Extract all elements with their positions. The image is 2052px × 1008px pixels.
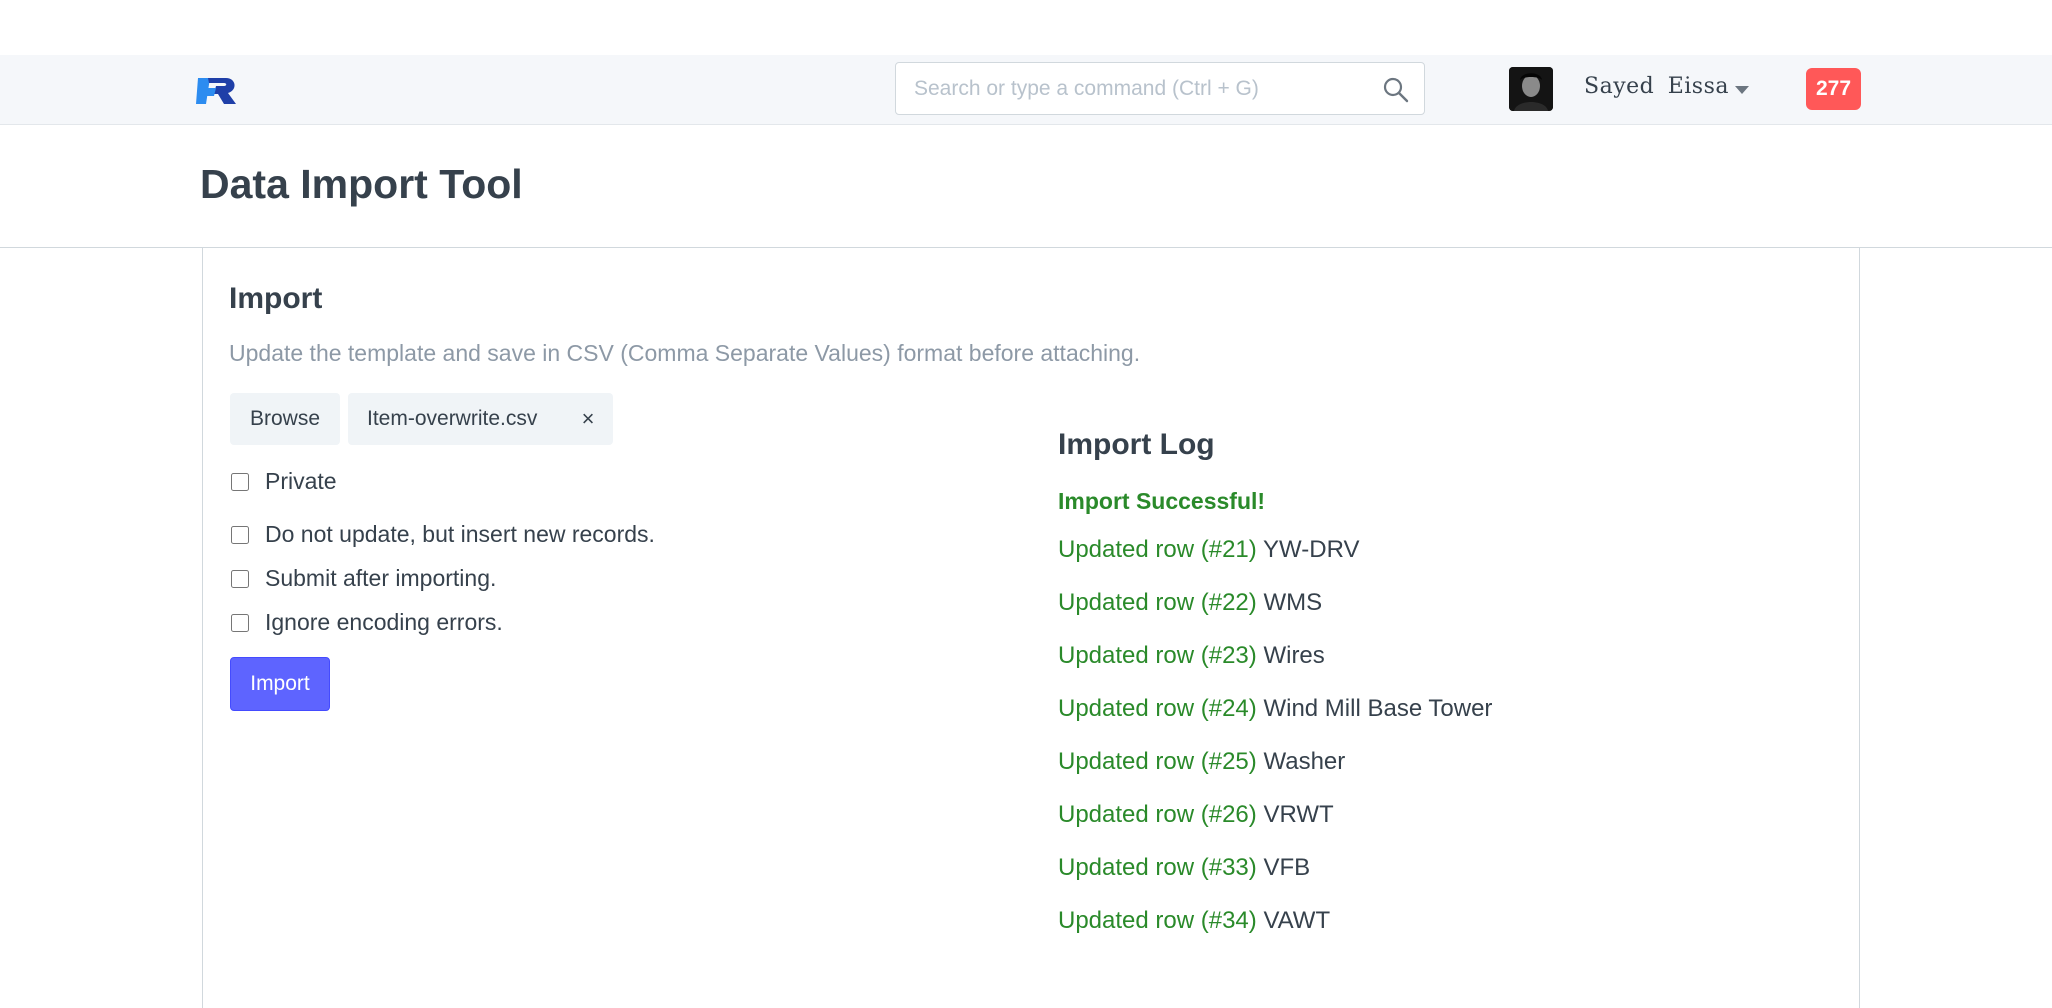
log-entry: Updated row (#33) VFB <box>1058 853 1492 906</box>
log-entry-status: Updated row (#34) <box>1058 907 1257 934</box>
import-panel: Import Update the template and save in C… <box>202 248 1860 1008</box>
log-entry: Updated row (#21) YW-DRV <box>1058 535 1492 588</box>
attached-file: Item-overwrite.csv × <box>348 393 613 445</box>
page-header: Data Import Tool <box>0 125 2052 248</box>
log-entry: Updated row (#24) Wind Mill Base Tower <box>1058 694 1492 747</box>
insert-new-label: Do not update, but insert new records. <box>265 521 655 547</box>
private-label: Private <box>265 468 337 494</box>
log-entry-name: YW-DRV <box>1263 536 1360 563</box>
log-entry: Updated row (#23) Wires <box>1058 641 1492 694</box>
log-entry: Updated row (#22) WMS <box>1058 588 1492 641</box>
ignore-encoding-checkbox[interactable] <box>231 613 249 632</box>
awesome-bar <box>895 62 1425 115</box>
browse-button[interactable]: Browse <box>230 393 340 445</box>
close-icon[interactable]: × <box>575 404 601 434</box>
notifications-badge[interactable]: 277 <box>1806 68 1861 110</box>
submit-after-import-option[interactable]: Submit after importing. <box>231 565 496 592</box>
import-success-message: Import Successful! <box>1058 488 1266 514</box>
import-help-text: Update the template and save in CSV (Com… <box>229 340 1141 366</box>
log-entry-name: Wind Mill Base Tower <box>1263 695 1493 722</box>
page-title: Data Import Tool <box>200 161 523 207</box>
log-entry-status: Updated row (#22) <box>1058 589 1257 616</box>
log-entry-status: Updated row (#33) <box>1058 854 1257 881</box>
search-icon[interactable] <box>1382 76 1410 104</box>
log-entry-name: VFB <box>1263 854 1311 881</box>
log-entry-name: VRWT <box>1263 801 1334 828</box>
import-section-title: Import <box>229 282 323 315</box>
attached-file-name: Item-overwrite.csv <box>367 407 538 430</box>
submit-after-import-label: Submit after importing. <box>265 565 497 591</box>
log-entry-status: Updated row (#23) <box>1058 642 1257 669</box>
insert-new-option[interactable]: Do not update, but insert new records. <box>231 521 655 548</box>
submit-after-import-checkbox[interactable] <box>231 569 249 588</box>
log-entry-status: Updated row (#26) <box>1058 801 1257 828</box>
log-entry: Updated row (#25) Washer <box>1058 747 1492 800</box>
avatar[interactable] <box>1509 67 1553 111</box>
log-entry: Updated row (#26) VRWT <box>1058 800 1492 853</box>
app-logo-icon[interactable] <box>196 74 240 108</box>
insert-new-checkbox[interactable] <box>231 525 249 544</box>
log-entry-status: Updated row (#25) <box>1058 748 1257 775</box>
private-checkbox[interactable] <box>231 472 249 491</box>
log-entry: Updated row (#34) VAWT <box>1058 906 1492 959</box>
import-log-title: Import Log <box>1058 428 1215 461</box>
log-entry-status: Updated row (#24) <box>1058 695 1257 722</box>
search-input[interactable] <box>896 63 1424 114</box>
caret-down-icon[interactable] <box>1725 73 1759 107</box>
import-button[interactable]: Import <box>230 657 330 711</box>
import-log-list: Updated row (#21) YW-DRV Updated row (#2… <box>1058 535 1492 959</box>
user-name[interactable]: Sayed Eissa <box>1584 74 1729 99</box>
log-entry-name: WMS <box>1263 589 1323 616</box>
log-entry-name: Washer <box>1263 748 1346 775</box>
ignore-encoding-label: Ignore encoding errors. <box>265 609 503 635</box>
ignore-encoding-option[interactable]: Ignore encoding errors. <box>231 609 503 636</box>
private-option[interactable]: Private <box>231 468 337 495</box>
log-entry-name: VAWT <box>1263 907 1331 934</box>
log-entry-name: Wires <box>1263 642 1325 669</box>
log-entry-status: Updated row (#21) <box>1058 536 1257 563</box>
top-navbar: Sayed Eissa 277 <box>0 55 2052 125</box>
